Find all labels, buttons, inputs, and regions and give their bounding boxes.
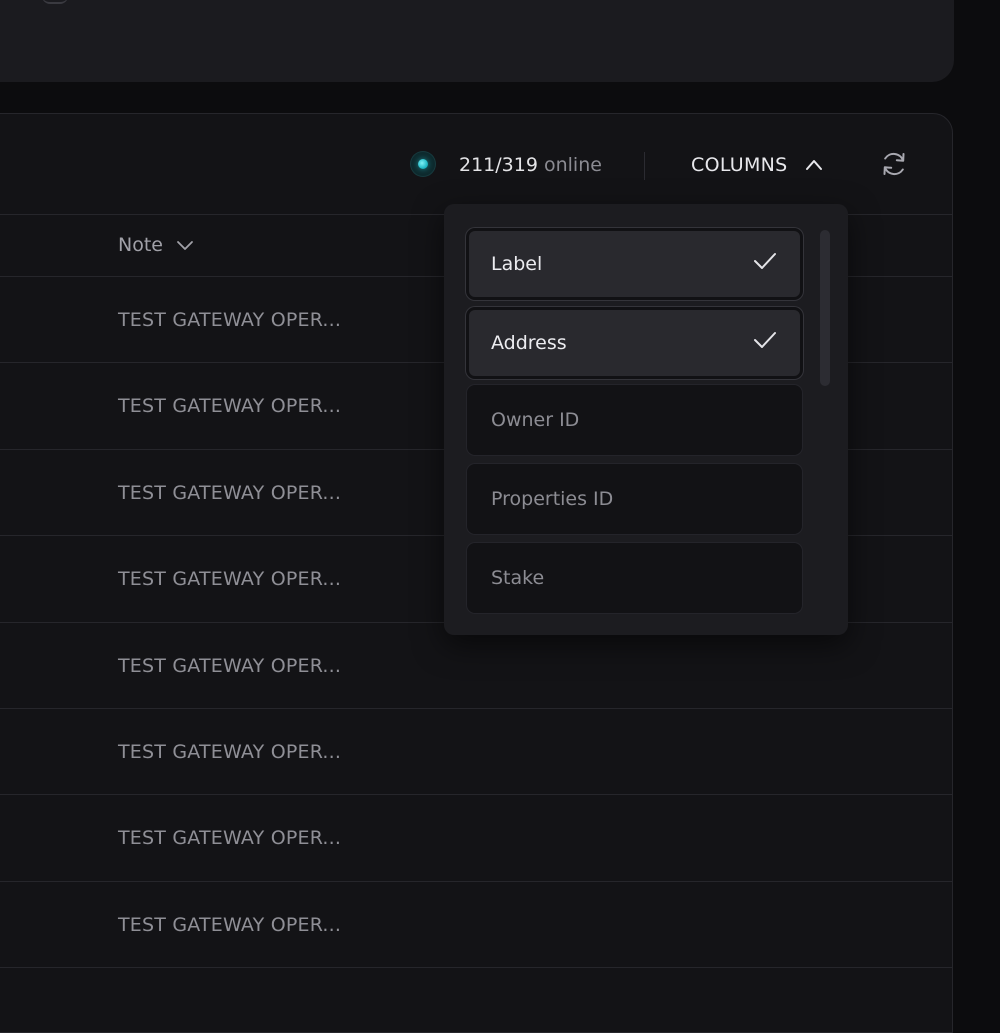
partial-glyph bbox=[42, 0, 68, 4]
table-row[interactable]: TEST GATEWAY OPER... bbox=[0, 709, 952, 796]
column-option-address[interactable]: Address bbox=[466, 307, 803, 379]
online-count: 211/319 bbox=[459, 154, 538, 176]
table-toolbar: 211/319 online COLUMNS bbox=[0, 114, 952, 215]
checkmark-icon bbox=[754, 332, 776, 348]
column-header-note[interactable]: Note bbox=[118, 215, 195, 275]
column-option-label[interactable]: Label bbox=[466, 228, 803, 300]
note-cell: TEST GATEWAY OPER... bbox=[118, 827, 342, 850]
top-summary-card bbox=[0, 0, 954, 82]
refresh-button[interactable] bbox=[877, 147, 911, 181]
option-label: Address bbox=[491, 332, 567, 354]
column-header-label: Note bbox=[118, 234, 163, 256]
option-label: Properties ID bbox=[491, 488, 614, 510]
option-label: Label bbox=[491, 253, 543, 275]
toolbar-divider bbox=[644, 152, 645, 180]
option-label: Owner ID bbox=[491, 409, 580, 431]
note-cell: TEST GATEWAY OPER... bbox=[118, 481, 342, 504]
online-label: online bbox=[543, 154, 602, 176]
table-row[interactable]: TEST GATEWAY OPER... bbox=[0, 795, 952, 882]
column-option-properties-id[interactable]: Properties ID bbox=[466, 463, 803, 535]
note-cell: TEST GATEWAY OPER... bbox=[118, 395, 342, 418]
dropdown-scrollbar[interactable] bbox=[820, 230, 830, 386]
chevron-down-icon bbox=[177, 241, 193, 250]
columns-button[interactable]: COLUMNS bbox=[681, 146, 834, 184]
note-cell: TEST GATEWAY OPER... bbox=[118, 740, 342, 763]
checkmark-icon bbox=[754, 253, 776, 269]
columns-button-label: COLUMNS bbox=[691, 154, 788, 176]
option-label: Stake bbox=[491, 567, 545, 589]
refresh-icon bbox=[883, 152, 905, 176]
status-dot-icon bbox=[418, 159, 428, 169]
column-option-stake[interactable]: Stake bbox=[466, 542, 803, 614]
note-cell: TEST GATEWAY OPER... bbox=[118, 913, 342, 936]
column-option-owner-id[interactable]: Owner ID bbox=[466, 384, 803, 456]
chevron-up-icon bbox=[805, 160, 822, 170]
note-cell: TEST GATEWAY OPER... bbox=[118, 309, 342, 331]
online-count-text: 211/319 online bbox=[459, 152, 602, 178]
columns-dropdown-menu: Label Address Owner ID Properties ID Sta… bbox=[444, 204, 848, 635]
online-status-indicator bbox=[411, 152, 435, 176]
table-row[interactable]: TEST GATEWAY OPER... bbox=[0, 623, 952, 709]
table-row[interactable]: TEST GATEWAY OPER... bbox=[0, 882, 952, 969]
note-cell: TEST GATEWAY OPER... bbox=[118, 568, 342, 591]
note-cell: TEST GATEWAY OPER... bbox=[118, 654, 342, 677]
